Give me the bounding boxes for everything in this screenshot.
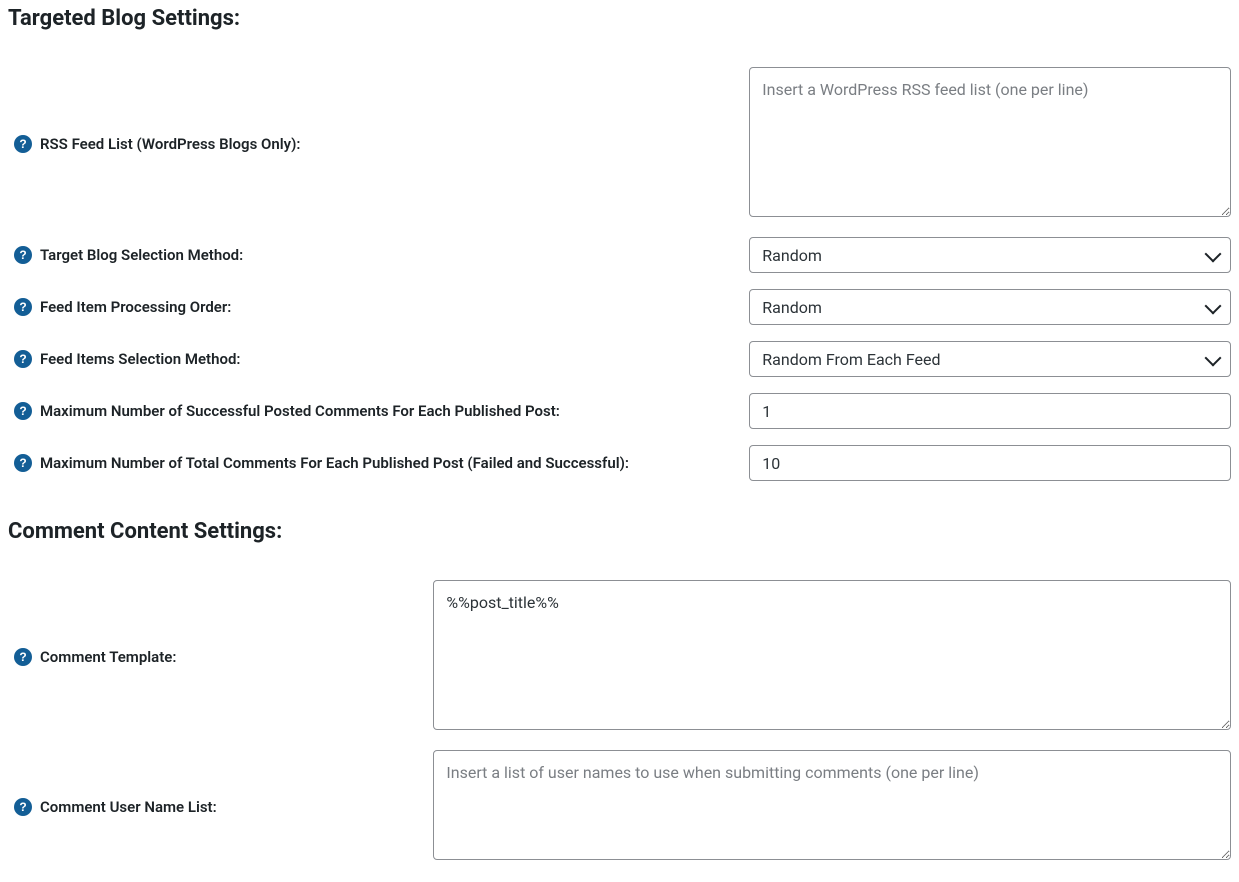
- help-icon[interactable]: [14, 298, 32, 316]
- max-total-input[interactable]: [749, 445, 1231, 481]
- max-total-label: Maximum Number of Total Comments For Eac…: [40, 454, 629, 472]
- feed-item-processing-order-label: Feed Item Processing Order:: [40, 298, 231, 316]
- rss-feed-list-label: RSS Feed List (WordPress Blogs Only):: [40, 135, 300, 153]
- help-icon[interactable]: [14, 246, 32, 264]
- targeted-blog-settings-heading: Targeted Blog Settings:: [8, 6, 1231, 31]
- rss-feed-list-input[interactable]: [749, 67, 1231, 217]
- help-icon[interactable]: [14, 402, 32, 420]
- help-icon[interactable]: [14, 648, 32, 666]
- comment-template-input[interactable]: [433, 580, 1231, 730]
- target-blog-selection-method-label: Target Blog Selection Method:: [40, 246, 243, 264]
- comment-user-name-list-input[interactable]: [433, 750, 1231, 860]
- help-icon[interactable]: [14, 350, 32, 368]
- targeted-settings-table: RSS Feed List (WordPress Blogs Only): Ta…: [8, 59, 1231, 489]
- help-icon[interactable]: [14, 454, 32, 472]
- target-blog-selection-method-select[interactable]: Random: [749, 237, 1231, 273]
- feed-item-processing-order-select[interactable]: Random: [749, 289, 1231, 325]
- comment-content-settings-heading: Comment Content Settings:: [8, 519, 1231, 544]
- comment-user-name-list-label: Comment User Name List:: [40, 798, 217, 816]
- comment-content-settings-table: Comment Template: Comment User Name List…: [8, 572, 1231, 872]
- max-successful-input[interactable]: [749, 393, 1231, 429]
- feed-items-selection-method-select[interactable]: Random From Each Feed: [749, 341, 1231, 377]
- help-icon[interactable]: [14, 798, 32, 816]
- help-icon[interactable]: [14, 135, 32, 153]
- feed-items-selection-method-label: Feed Items Selection Method:: [40, 350, 240, 368]
- comment-template-label: Comment Template:: [40, 648, 176, 666]
- max-successful-label: Maximum Number of Successful Posted Comm…: [40, 402, 560, 420]
